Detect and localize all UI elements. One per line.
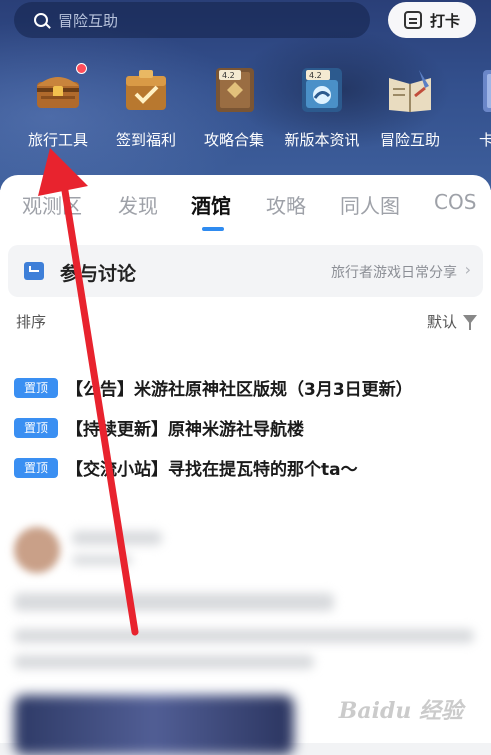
active-tab-indicator [202, 227, 224, 231]
tool-label: 攻略合集 [203, 131, 264, 149]
notification-dot [76, 63, 87, 74]
pinned-badge: 置顶 [14, 377, 58, 398]
tab-discover[interactable]: 发现 [118, 190, 158, 219]
pinned-post[interactable]: 置顶 【公告】米游社原神社区版规（3月3日更新） [14, 375, 413, 403]
search-placeholder: 冒险互助 [58, 11, 119, 30]
blurred-post-body [14, 629, 474, 643]
forum-card: 观测区 发现 酒馆 攻略 同人图 COS 参与讨论 旅行者游戏日常分享 › 排序… [0, 175, 491, 505]
gift-box-icon [121, 66, 171, 114]
tool-new-version-news[interactable]: 4.2 新版本资讯 [280, 66, 364, 150]
tool-travel-tools[interactable]: 旅行工具 [16, 63, 100, 150]
blurred-post-title [14, 593, 334, 611]
tool-cards[interactable]: 卡牌 [456, 66, 491, 150]
tool-label: 签到福利 [115, 131, 176, 149]
tab-cos[interactable]: COS [434, 190, 476, 214]
pinned-post[interactable]: 置顶 【持续更新】原神米游社导航楼 [14, 415, 304, 443]
sort-row: 排序 默认 [0, 311, 491, 333]
tab-fan-art[interactable]: 同人图 [340, 190, 400, 219]
tool-label: 卡牌 [478, 131, 491, 149]
discussion-subtitle: 旅行者游戏日常分享 [331, 265, 457, 281]
guide-book-icon: 4.2 [209, 66, 259, 114]
pinned-badge: 置顶 [14, 417, 58, 438]
checkin-label: 打卡 [429, 11, 460, 30]
news-book-icon: 4.2 [297, 66, 347, 114]
pinned-title: 【交流小站】寻找在提瓦特的那个ta～ [66, 460, 358, 480]
blurred-meta [72, 555, 132, 565]
blurred-post-body [14, 655, 314, 669]
tab-guides[interactable]: 攻略 [266, 190, 306, 219]
tool-row: 旅行工具 签到福利 4.2 攻略合集 4.2 新版本资讯 冒险互助 卡 [0, 63, 491, 161]
watermark: Baidu 经验 [338, 698, 463, 724]
blurred-post-image [14, 695, 294, 755]
scroll-book-icon [385, 66, 435, 114]
tool-label: 旅行工具 [27, 131, 88, 149]
tool-label: 冒险互助 [379, 131, 440, 149]
blurred-username [72, 531, 162, 545]
treasure-chest-icon [33, 63, 87, 114]
blurred-feed-post[interactable]: Baidu 经验 [0, 505, 491, 755]
tab-observation[interactable]: 观测区 [22, 190, 82, 219]
tab-tavern[interactable]: 酒馆 [191, 190, 231, 219]
pinned-post[interactable]: 置顶 【交流小站】寻找在提瓦特的那个ta～ [14, 455, 358, 483]
avatar [14, 527, 60, 573]
tool-adventure-help[interactable]: 冒险互助 [368, 66, 452, 150]
tool-sign-in-rewards[interactable]: 签到福利 [104, 66, 188, 150]
tool-guide-collection[interactable]: 4.2 攻略合集 [192, 66, 276, 150]
checkin-button[interactable]: 打卡 [388, 2, 476, 38]
search-bar[interactable]: 冒险互助 [14, 2, 370, 38]
search-icon [34, 13, 48, 27]
pinned-title: 【持续更新】原神米游社导航楼 [66, 420, 304, 440]
svg-text:4.2: 4.2 [222, 71, 235, 80]
sort-dropdown[interactable]: 默认 [427, 311, 457, 332]
top-banner: 冒险互助 打卡 旅行工具 签到福利 4.2 攻略合集 4.2 新版本资讯 冒险互… [0, 0, 491, 190]
tool-label: 新版本资讯 [284, 131, 360, 149]
pinned-badge: 置顶 [14, 457, 58, 478]
filter-icon[interactable] [463, 315, 477, 330]
card-icon [473, 66, 491, 114]
discussion-icon [24, 262, 44, 280]
svg-text:4.2: 4.2 [309, 71, 322, 80]
chevron-right-icon: › [464, 260, 471, 279]
tab-bar: 观测区 发现 酒馆 攻略 同人图 COS [0, 175, 491, 235]
checkin-icon [403, 11, 422, 29]
sort-label: 排序 [16, 313, 47, 331]
pinned-title: 【公告】米游社原神社区版规（3月3日更新） [66, 380, 413, 400]
join-discussion-row[interactable]: 参与讨论 旅行者游戏日常分享 › [8, 245, 483, 297]
discussion-title: 参与讨论 [60, 263, 137, 285]
